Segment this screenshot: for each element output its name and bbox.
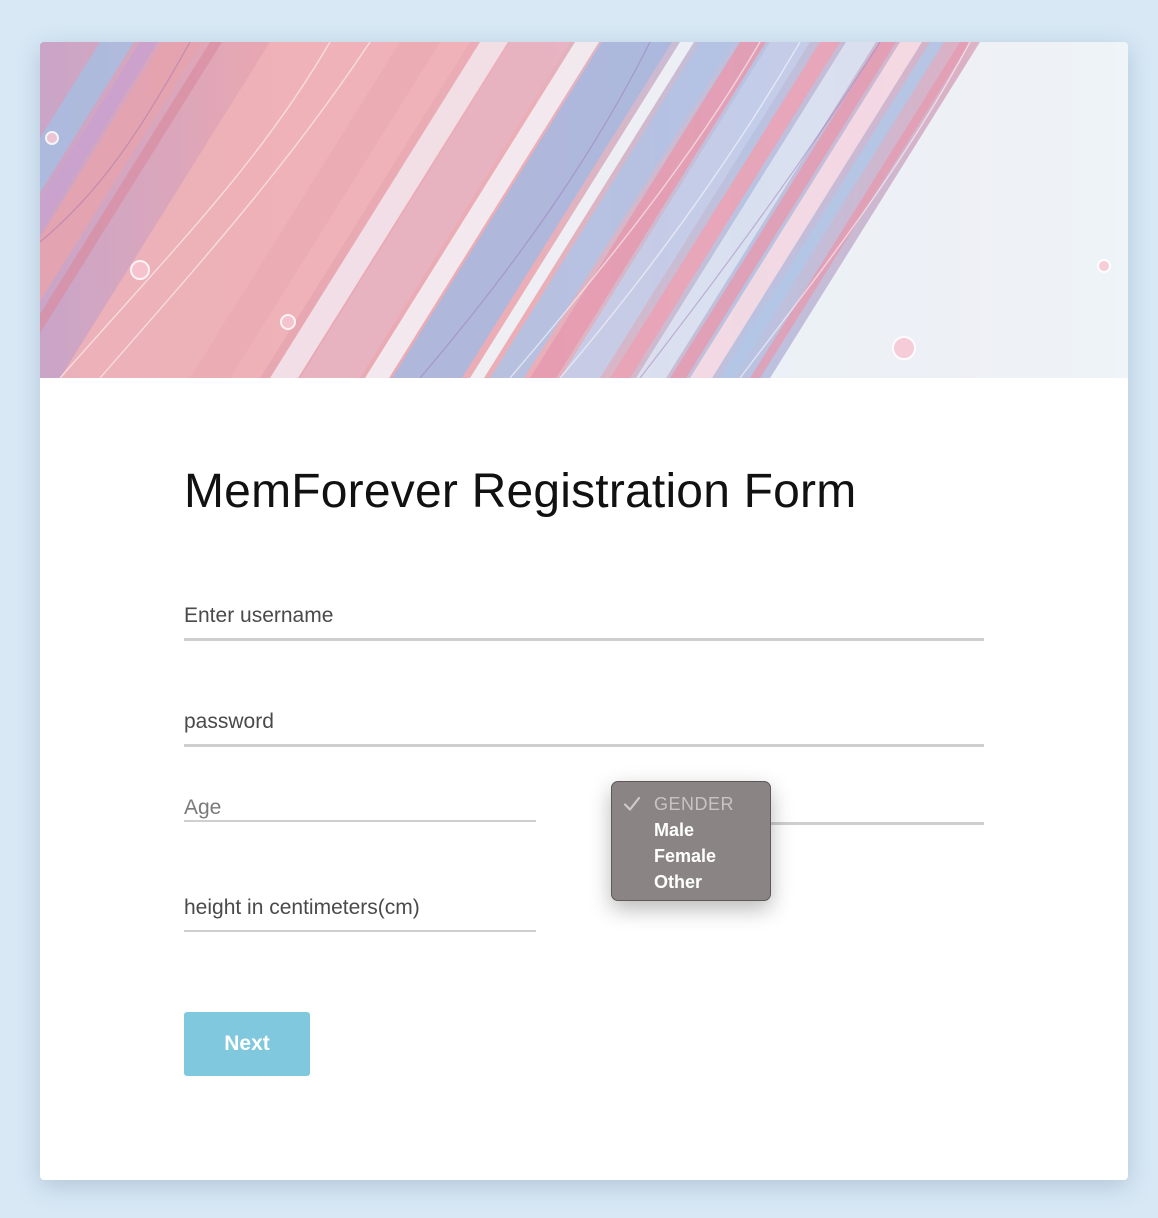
- password-input[interactable]: [184, 710, 984, 734]
- age-input[interactable]: [184, 796, 536, 820]
- username-field[interactable]: [184, 590, 984, 641]
- header-banner-image: [40, 42, 1128, 378]
- height-field[interactable]: [184, 882, 536, 932]
- password-field[interactable]: [184, 696, 984, 747]
- gender-option-male[interactable]: Male: [612, 818, 770, 844]
- page-title: MemForever Registration Form: [184, 465, 857, 518]
- username-input[interactable]: [184, 604, 984, 628]
- age-field[interactable]: [184, 786, 536, 822]
- next-button[interactable]: Next: [184, 1012, 310, 1076]
- height-input[interactable]: [184, 896, 536, 920]
- registration-card: MemForever Registration Form GENDER Male…: [40, 42, 1128, 1180]
- gender-option-placeholder[interactable]: GENDER: [612, 792, 770, 818]
- gender-option-female[interactable]: Female: [612, 844, 770, 870]
- checkmark-icon: [623, 796, 641, 811]
- gender-option-other[interactable]: Other: [612, 870, 770, 896]
- gender-header-label: GENDER: [654, 794, 735, 814]
- gender-dropdown-menu[interactable]: GENDER Male Female Other: [611, 781, 771, 901]
